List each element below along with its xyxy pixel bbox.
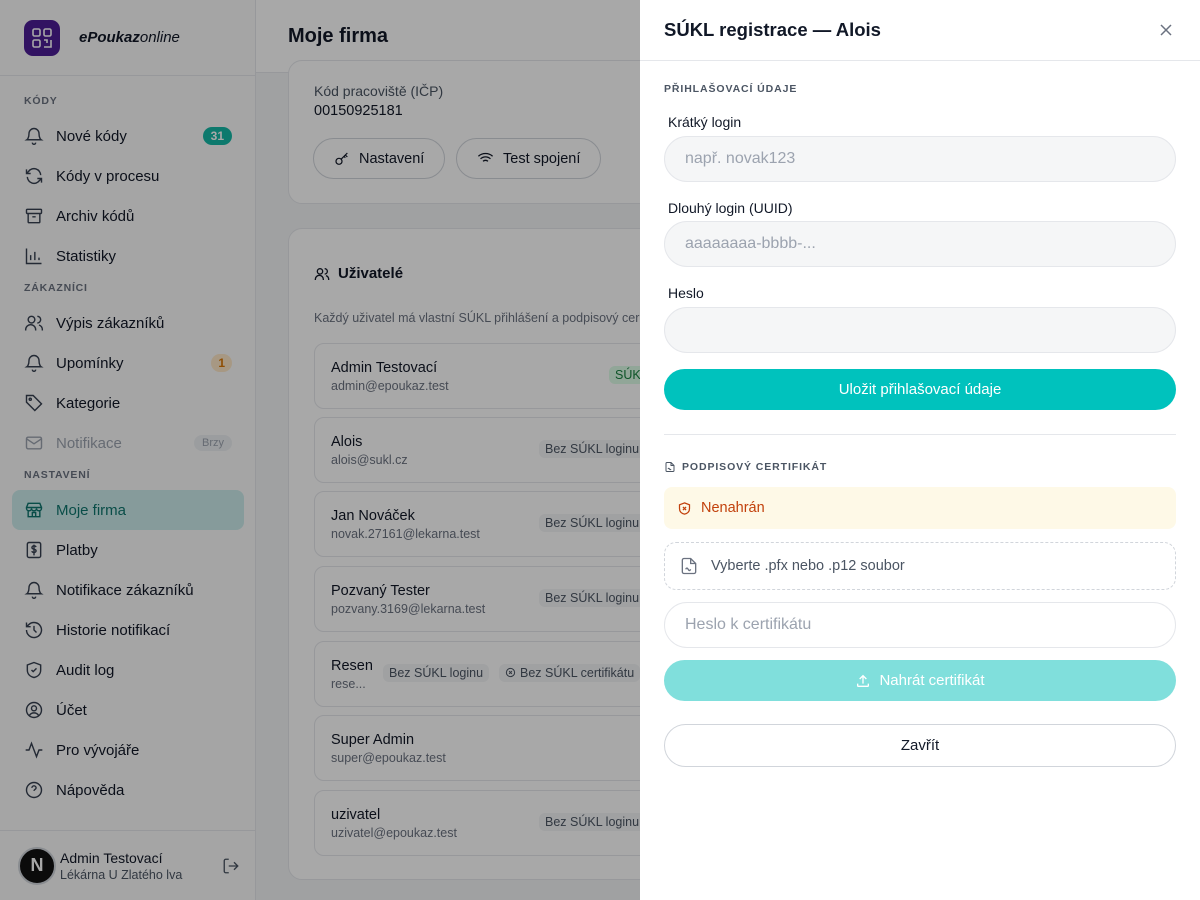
upload-icon: [857, 674, 870, 687]
upload-certificate-button[interactable]: Nahrát certifikát: [664, 660, 1176, 701]
close-icon[interactable]: [1156, 20, 1176, 45]
file-signature-icon: [665, 462, 675, 472]
modal-backdrop[interactable]: [0, 0, 640, 900]
save-credentials-button[interactable]: Uložit přihlašovací údaje: [664, 369, 1176, 410]
certificate-file-picker[interactable]: Vyberte .pfx nebo .p12 soubor: [664, 542, 1176, 590]
divider: [664, 434, 1176, 435]
file-icon: [681, 557, 697, 575]
certificate-status-text: Nenahrán: [701, 500, 765, 516]
password-label: Heslo: [668, 285, 704, 301]
login-section-label: PŘIHLAŠOVACÍ ÚDAJE: [664, 83, 798, 95]
long-login-label: Dlouhý login (UUID): [668, 200, 793, 216]
shield-x-icon: [678, 501, 691, 515]
file-picker-label: Vyberte .pfx nebo .p12 soubor: [711, 558, 905, 574]
certificate-password-input[interactable]: [664, 602, 1176, 648]
certificate-status-notice: Nenahrán: [664, 487, 1176, 529]
sukl-registration-drawer: SÚKL registrace — Alois PŘIHLAŠOVACÍ ÚDA…: [640, 0, 1200, 900]
password-input[interactable]: [664, 307, 1176, 353]
upload-certificate-label: Nahrát certifikát: [879, 672, 985, 689]
close-button[interactable]: Zavřít: [664, 724, 1176, 767]
drawer-title: SÚKL registrace — Alois: [640, 0, 1200, 61]
short-login-label: Krátký login: [668, 114, 742, 130]
certificate-section-label: PODPISOVÝ CERTIFIKÁT: [664, 461, 827, 473]
long-login-input[interactable]: [664, 221, 1176, 267]
short-login-input[interactable]: [664, 136, 1176, 182]
